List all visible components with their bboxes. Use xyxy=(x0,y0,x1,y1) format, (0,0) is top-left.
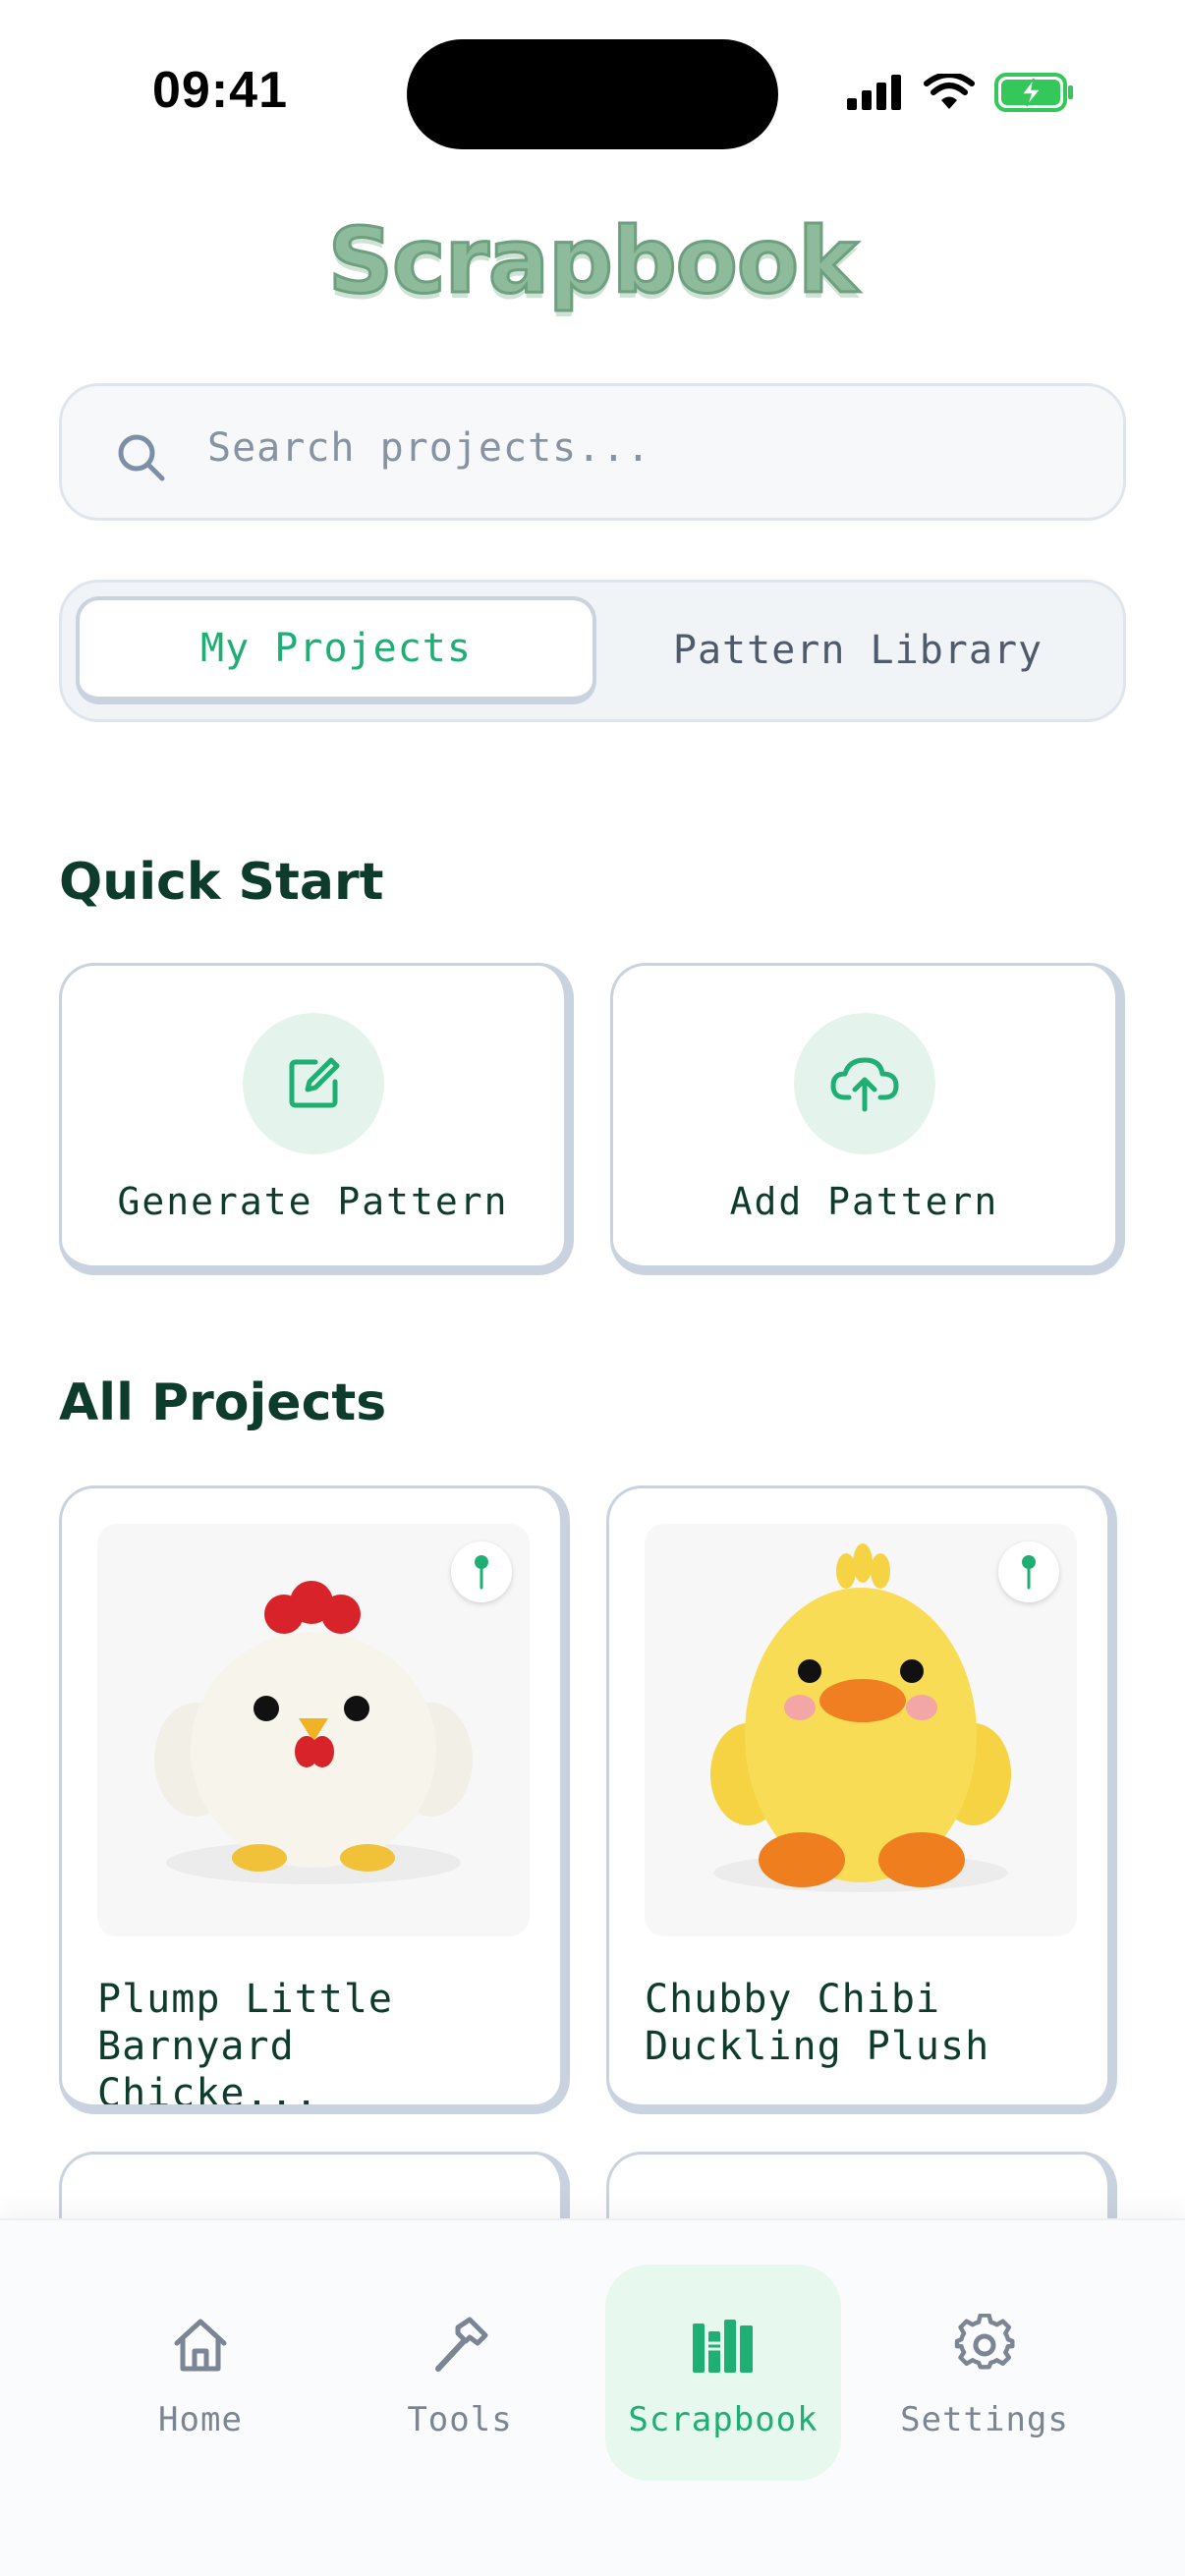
generate-pattern-button[interactable]: Generate Pattern xyxy=(59,963,574,1275)
generate-pattern-icon-circle xyxy=(242,1013,384,1154)
add-pattern-icon-circle xyxy=(793,1013,935,1154)
status-bar: 09:41 xyxy=(0,0,1185,177)
gear-icon xyxy=(954,2314,1015,2370)
search-input[interactable]: Search projects... xyxy=(59,383,1126,521)
search-placeholder: Search projects... xyxy=(207,425,651,471)
signal-icon xyxy=(847,75,901,110)
wifi-icon xyxy=(924,74,975,109)
project-image-chicken xyxy=(97,1524,530,1936)
search-icon xyxy=(118,434,165,481)
pin-icon xyxy=(475,1555,488,1590)
nav-tools-label: Tools xyxy=(407,2400,513,2439)
pin-icon xyxy=(1022,1555,1036,1590)
add-pattern-button[interactable]: Add Pattern xyxy=(610,963,1125,1275)
add-pattern-label: Add Pattern xyxy=(729,1180,999,1223)
books-icon xyxy=(693,2320,753,2373)
project-title: Chubby Chibi Duckling Plush xyxy=(645,1977,990,2069)
home-icon xyxy=(174,2319,227,2372)
project-title: Plump Little Barnyard Chicke... xyxy=(97,1977,393,2114)
nav-home[interactable]: Home xyxy=(83,2265,318,2481)
bottom-nav: Home Tools Scrapbook Settings xyxy=(0,2218,1185,2576)
quick-start-heading: Quick Start xyxy=(59,853,384,912)
project-image-duckling xyxy=(645,1524,1077,1936)
status-icons xyxy=(847,73,1075,112)
nav-scrapbook-label: Scrapbook xyxy=(628,2400,818,2439)
nav-scrapbook[interactable]: Scrapbook xyxy=(605,2265,841,2481)
pin-button[interactable] xyxy=(998,1541,1059,1602)
project-card[interactable]: Chubby Chibi Duckling Plush xyxy=(606,1485,1117,2114)
project-card[interactable]: Plump Little Barnyard Chicke... xyxy=(59,1485,570,2114)
pin-button[interactable] xyxy=(451,1541,512,1602)
tab-my-projects[interactable]: My Projects xyxy=(76,596,596,704)
hammer-icon xyxy=(435,2317,488,2372)
nav-settings[interactable]: Settings xyxy=(867,2265,1102,2481)
all-projects-heading: All Projects xyxy=(59,1373,387,1432)
nav-tools[interactable]: Tools xyxy=(342,2265,578,2481)
status-time: 09:41 xyxy=(152,62,288,119)
nav-home-label: Home xyxy=(158,2400,243,2439)
page-title: Scrapbook xyxy=(326,207,860,315)
tab-pattern-library[interactable]: Pattern Library xyxy=(597,596,1118,704)
generate-pattern-label: Generate Pattern xyxy=(117,1180,509,1223)
edit-icon xyxy=(289,1057,339,1108)
cloud-upload-icon xyxy=(830,1057,898,1112)
dynamic-island xyxy=(407,39,778,149)
battery-charging-icon xyxy=(994,73,1073,112)
segmented-control: My Projects Pattern Library xyxy=(59,580,1126,722)
nav-settings-label: Settings xyxy=(900,2400,1069,2439)
